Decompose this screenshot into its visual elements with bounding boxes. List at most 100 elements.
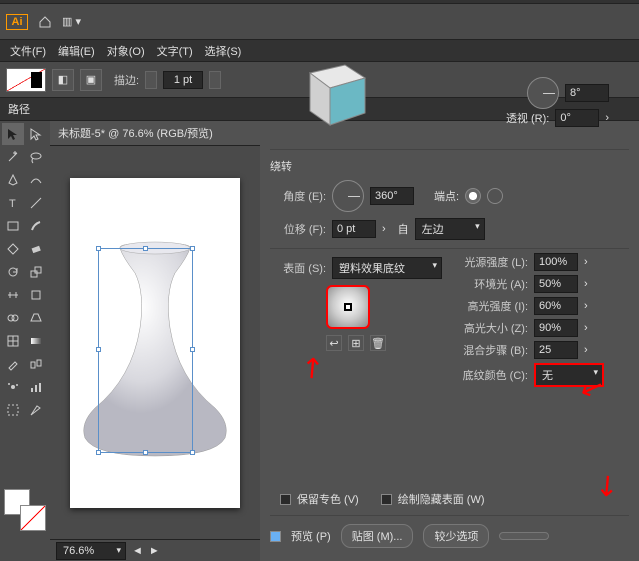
chevron-right-icon[interactable]: › [584, 278, 588, 290]
angle-label: 角度 (E): [270, 188, 326, 204]
rotate-section-label: 绕转 [270, 158, 629, 174]
highlight-intensity-input[interactable]: 60% [534, 297, 578, 315]
endcap-solid-toggle[interactable] [465, 188, 481, 204]
chevron-right-icon[interactable]: › [584, 300, 588, 312]
shade-color-label: 底纹颜色 (C): [440, 367, 528, 383]
preview-checkbox[interactable] [270, 531, 281, 542]
perspective-label: 透视 (R): [506, 110, 549, 126]
dropdown-icon[interactable]: ▥ ▾ [62, 15, 81, 28]
free-transform-tool[interactable] [25, 284, 47, 306]
scale-tool[interactable] [25, 261, 47, 283]
effect-panel: 8° 透视 (R): 0° › 绕转 角度 (E): 360° 端点: 位移 (… [260, 121, 639, 561]
slice-tool[interactable] [25, 399, 47, 421]
stroke-decrease[interactable] [145, 71, 157, 89]
ambient-label: 环境光 (A): [440, 276, 528, 292]
eyedropper-tool[interactable] [2, 353, 24, 375]
graph-tool[interactable] [25, 376, 47, 398]
endcap-hollow-toggle[interactable] [487, 188, 503, 204]
home-icon[interactable] [38, 15, 52, 29]
highlight-size-label: 高光大小 (Z): [440, 320, 528, 336]
ambient-input[interactable]: 50% [534, 275, 578, 293]
menu-select[interactable]: 选择(S) [199, 41, 248, 61]
rotate-tool[interactable] [2, 261, 24, 283]
map-art-button[interactable]: 贴图 (M)... [341, 524, 414, 548]
direct-selection-tool[interactable] [25, 123, 47, 145]
draw-hidden-checkbox[interactable] [381, 494, 392, 505]
swap-icon[interactable]: ◧ [52, 69, 74, 91]
selection-tool[interactable] [2, 123, 24, 145]
menu-object[interactable]: 对象(O) [101, 41, 151, 61]
fewer-options-button[interactable]: 较少选项 [423, 524, 489, 548]
curvature-tool[interactable] [25, 169, 47, 191]
light-delete-icon[interactable]: 🗑 [370, 335, 386, 351]
cube-preview [290, 53, 380, 133]
highlight-intensity-label: 高光强度 (I): [440, 298, 528, 314]
lasso-tool[interactable] [25, 146, 47, 168]
chevron-right-icon[interactable]: › [584, 344, 588, 356]
zoom-bar: 76.6% ◄ ► [50, 539, 260, 561]
canvas[interactable] [50, 146, 260, 539]
magic-wand-tool[interactable] [2, 146, 24, 168]
document-tab[interactable]: 未标题-5* @ 76.6% (RGB/预览) [50, 121, 260, 146]
surface-dropdown[interactable]: 塑料效果底纹 [332, 257, 442, 279]
light-intensity-label: 光源强度 (L): [440, 254, 528, 270]
chevron-right-icon[interactable]: › [382, 223, 386, 235]
chevron-right-icon[interactable]: › [584, 256, 588, 268]
perspective-input[interactable]: 0° [555, 109, 599, 127]
none-icon[interactable]: ▣ [80, 69, 102, 91]
light-back-icon[interactable]: ↩ [326, 335, 342, 351]
from-dropdown[interactable]: 左边 [415, 218, 485, 240]
angle-input[interactable]: 360° [370, 187, 414, 205]
shaper-tool[interactable] [2, 238, 24, 260]
nav-next-icon[interactable]: ► [149, 545, 160, 557]
ok-button[interactable] [499, 532, 549, 540]
highlight-size-input[interactable]: 90% [534, 319, 578, 337]
selection-bbox [98, 248, 193, 453]
stroke-increase[interactable] [209, 71, 221, 89]
tilt-dial[interactable] [527, 77, 559, 109]
symbol-tool[interactable] [2, 376, 24, 398]
chevron-right-icon[interactable]: › [584, 322, 588, 334]
nav-prev-icon[interactable]: ◄ [132, 545, 143, 557]
line-tool[interactable] [25, 192, 47, 214]
app-toolbar: Ai ▥ ▾ [0, 4, 639, 40]
perspective-tool[interactable] [25, 307, 47, 329]
blend-steps-input[interactable]: 25 [534, 341, 578, 359]
stroke-input[interactable]: 1 pt [163, 71, 203, 89]
fill-stroke-indicator[interactable] [4, 489, 46, 531]
draw-hidden-label: 绘制隐藏表面 (W) [398, 491, 485, 507]
app-brand-icon: Ai [6, 14, 28, 30]
angle-dial[interactable] [332, 180, 364, 212]
document-area: 未标题-5* @ 76.6% (RGB/预览) 76.6% ◄ ► [50, 121, 260, 561]
preserve-spot-checkbox[interactable] [280, 494, 291, 505]
preserve-spot-label: 保留专色 (V) [297, 491, 359, 507]
eraser-tool[interactable] [25, 238, 47, 260]
mesh-tool[interactable] [2, 330, 24, 352]
rectangle-tool[interactable] [2, 215, 24, 237]
offset-label: 位移 (F): [270, 221, 326, 237]
type-tool[interactable]: T [2, 192, 24, 214]
zoom-dropdown[interactable]: 76.6% [56, 542, 126, 560]
svg-text:T: T [9, 198, 16, 210]
light-intensity-input[interactable]: 100% [534, 253, 578, 271]
pen-tool[interactable] [2, 169, 24, 191]
tilt-input[interactable]: 8° [565, 84, 609, 102]
width-tool[interactable] [2, 284, 24, 306]
artboard-tool[interactable] [2, 399, 24, 421]
workspace: T 未标题-5* @ 76.6% (RGB/预览) [0, 121, 639, 561]
blend-tool[interactable] [25, 353, 47, 375]
menu-type[interactable]: 文字(T) [151, 41, 199, 61]
gradient-tool[interactable] [25, 330, 47, 352]
shape-builder-tool[interactable] [2, 307, 24, 329]
stroke-label: 描边: [114, 72, 139, 88]
annotation-arrow: ↗ [292, 347, 331, 387]
offset-input[interactable]: 0 pt [332, 220, 376, 238]
chevron-right-icon[interactable]: › [605, 112, 609, 124]
light-add-icon[interactable]: ⊞ [348, 335, 364, 351]
menu-file[interactable]: 文件(F) [4, 41, 52, 61]
fill-stroke-swatch[interactable] [6, 68, 46, 92]
menu-edit[interactable]: 编辑(E) [52, 41, 101, 61]
brush-tool[interactable] [25, 215, 47, 237]
endcap-label: 端点: [434, 188, 459, 204]
light-sphere[interactable] [326, 285, 370, 329]
